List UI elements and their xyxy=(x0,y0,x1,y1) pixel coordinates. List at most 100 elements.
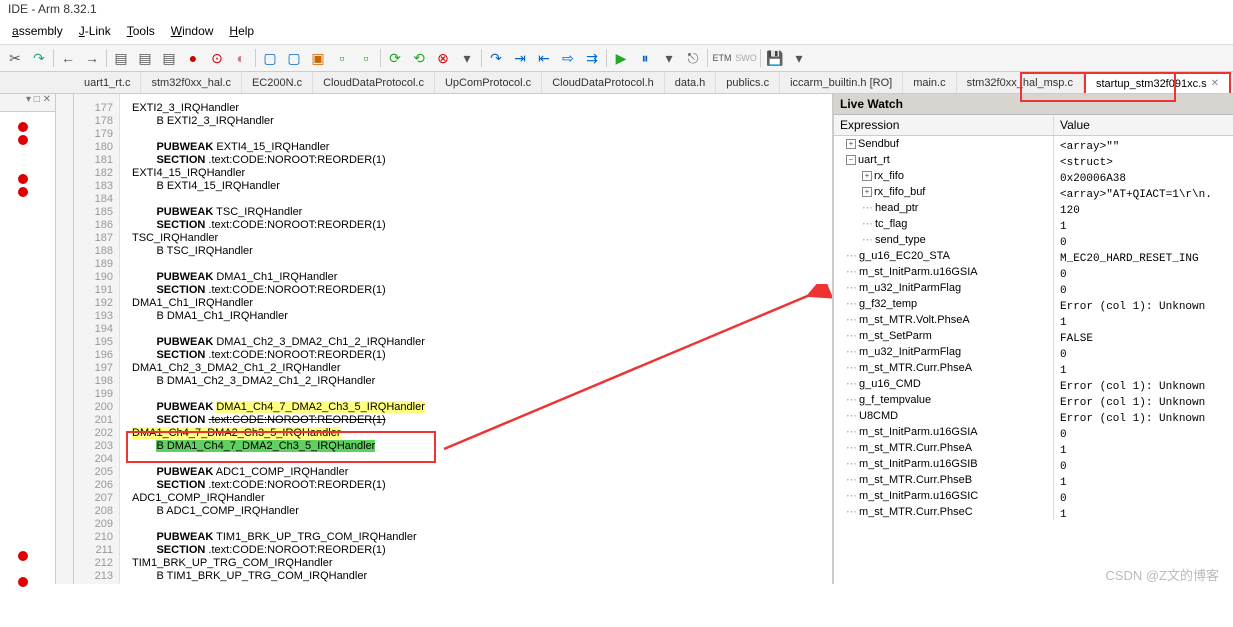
tree-expander-icon[interactable]: − xyxy=(846,155,856,165)
win3-icon[interactable]: ▣ xyxy=(307,47,329,69)
watch-row[interactable]: ⋯ m_st_MTR.Curr.PhseC1 xyxy=(834,504,1233,520)
watch-row[interactable]: ⋯ m_st_InitParm.u16GSIA0 xyxy=(834,264,1233,280)
reset-icon[interactable]: ⟲ xyxy=(408,47,430,69)
save-dd-icon[interactable]: ▾ xyxy=(788,47,810,69)
build2-icon[interactable]: ▤ xyxy=(134,47,156,69)
run-icon[interactable]: ▶ xyxy=(610,47,632,69)
live-watch-panel: Live Watch Expression Value + Sendbuf<ar… xyxy=(833,94,1233,584)
win2-icon[interactable]: ▢ xyxy=(283,47,305,69)
menu-assembly[interactable]: aassemblyssembly xyxy=(4,22,71,44)
watch-row[interactable]: ⋯ U8CMDError (col 1): Unknown xyxy=(834,408,1233,424)
live-watch-body[interactable]: + Sendbuf<array>""− uart_rt<struct>+ rx_… xyxy=(834,136,1233,584)
build3-icon[interactable]: ▤ xyxy=(158,47,180,69)
watch-row[interactable]: ⋯ m_st_SetParmFALSE xyxy=(834,328,1233,344)
nav-fwd-icon[interactable]: → xyxy=(81,47,103,69)
tab-1[interactable]: stm32f0xx_hal.c xyxy=(141,72,241,93)
watermark: CSDN @Z文的博客 xyxy=(1105,565,1219,584)
watch-row[interactable]: ⋯ m_st_MTR.Curr.PhseB1 xyxy=(834,472,1233,488)
menu-jlink[interactable]: J-Link xyxy=(71,22,119,44)
dropdown2-icon[interactable]: ▾ xyxy=(658,47,680,69)
tree-expander-icon[interactable]: + xyxy=(862,171,872,181)
menu-window[interactable]: Window xyxy=(163,22,222,44)
watch-row[interactable]: + Sendbuf<array>"" xyxy=(834,136,1233,152)
editor-tabs: uart1_rt.cstm32f0xx_hal.cEC200N.cCloudDa… xyxy=(0,72,1233,94)
stop-icon[interactable]: ⊗ xyxy=(432,47,454,69)
bp-icon[interactable]: ● xyxy=(182,47,204,69)
breakpoint-icon[interactable] xyxy=(18,551,28,561)
breakpoint-icon[interactable] xyxy=(18,135,28,145)
step-out-icon[interactable]: ⇤ xyxy=(533,47,555,69)
tab-2[interactable]: EC200N.c xyxy=(242,72,313,93)
box2-icon[interactable]: ▫ xyxy=(355,47,377,69)
watch-row[interactable]: ⋯ m_u32_InitParmFlag0 xyxy=(834,344,1233,360)
watch-row[interactable]: − uart_rt<struct> xyxy=(834,152,1233,168)
tab-5[interactable]: CloudDataProtocol.h xyxy=(542,72,665,93)
restart-icon[interactable]: ⟳ xyxy=(384,47,406,69)
watch-row[interactable]: ⋯ send_type0 xyxy=(834,232,1233,248)
watch-row[interactable]: ⋯ g_f32_tempError (col 1): Unknown xyxy=(834,296,1233,312)
breakpoint-icon[interactable] xyxy=(18,187,28,197)
bp-list-icon[interactable]: ⊙ xyxy=(206,47,228,69)
watch-row[interactable]: ⋯ m_u32_InitParmFlag0 xyxy=(834,280,1233,296)
watch-row[interactable]: ⋯ m_st_MTR.Curr.PhseA1 xyxy=(834,360,1233,376)
watch-row[interactable]: ⋯ head_ptr120 xyxy=(834,200,1233,216)
watch-row[interactable]: ⋯ m_st_InitParm.u16GSIA0 xyxy=(834,424,1233,440)
line-numbers: 1771781791801811821831841851861871881891… xyxy=(74,94,120,584)
breakpoint-icon[interactable] xyxy=(18,577,28,587)
window-title: IDE - Arm 8.32.1 xyxy=(0,0,1233,22)
swo-icon[interactable]: SWO xyxy=(735,47,757,69)
win1-icon[interactable]: ▢ xyxy=(259,47,281,69)
box-icon[interactable]: ▫ xyxy=(331,47,353,69)
dropdown-icon[interactable]: ▾ xyxy=(456,47,478,69)
watch-row[interactable]: ⋯ m_st_MTR.Curr.PhseA1 xyxy=(834,440,1233,456)
step-icon[interactable]: ⇉ xyxy=(581,47,603,69)
code-area[interactable]: EXTI2_3_IRQHandler B EXTI2_3_IRQHandler … xyxy=(120,94,832,584)
tab-3[interactable]: CloudDataProtocol.c xyxy=(313,72,435,93)
tab-10[interactable]: stm32f0xx_hal_msp.c xyxy=(957,72,1084,93)
live-watch-title: Live Watch xyxy=(834,94,1233,115)
watch-row[interactable]: ⋯ m_st_InitParm.u16GSIC0 xyxy=(834,488,1233,504)
tab-11[interactable]: startup_stm32f091xc.s✕ xyxy=(1084,72,1231,93)
breakpoint-icon[interactable] xyxy=(18,122,28,132)
pause-icon[interactable]: ⏸ xyxy=(634,47,656,69)
tab-9[interactable]: main.c xyxy=(903,72,956,93)
tab-0[interactable]: uart1_rt.c xyxy=(74,72,141,93)
menu-help[interactable]: Help xyxy=(221,22,262,44)
build-icon[interactable]: ▤ xyxy=(110,47,132,69)
watch-row[interactable]: + rx_fifo_buf<array>"AT+QIACT=1\r\n. xyxy=(834,184,1233,200)
live-watch-header: Expression Value xyxy=(834,115,1233,136)
toolbar: ✂ ↷ ← → ▤ ▤ ▤ ● ⊙ ◐ ▢ ▢ ▣ ▫ ▫ ⟳ ⟲ ⊗ ▾ ↷ … xyxy=(0,44,1233,72)
watch-row[interactable]: ⋯ g_f_tempvalueError (col 1): Unknown xyxy=(834,392,1233,408)
tab-6[interactable]: data.h xyxy=(665,72,717,93)
bp-toggle-icon[interactable]: ◐ xyxy=(230,47,252,69)
step-over-icon[interactable]: ↷ xyxy=(485,47,507,69)
etm-icon[interactable]: ETM xyxy=(711,47,733,69)
watch-row[interactable]: ⋯ g_u16_CMDError (col 1): Unknown xyxy=(834,376,1233,392)
tree-expander-icon[interactable]: + xyxy=(846,139,856,149)
close-icon[interactable]: ✕ xyxy=(1211,78,1219,89)
watch-row[interactable]: + rx_fifo0x20006A38 xyxy=(834,168,1233,184)
watch-row[interactable]: ⋯ tc_flag1 xyxy=(834,216,1233,232)
watch-row[interactable]: ⋯ m_st_InitParm.u16GSIB0 xyxy=(834,456,1233,472)
menu-tools[interactable]: Tools xyxy=(119,22,163,44)
save-icon[interactable]: 💾 xyxy=(764,47,786,69)
tab-8[interactable]: iccarm_builtin.h [RO] xyxy=(780,72,903,93)
tab-4[interactable]: UpComProtocol.c xyxy=(435,72,542,93)
col-value[interactable]: Value xyxy=(1054,115,1233,135)
step-into-icon[interactable]: ⇥ xyxy=(509,47,531,69)
col-expression[interactable]: Expression xyxy=(834,115,1054,135)
step-next-icon[interactable]: ⇨ xyxy=(557,47,579,69)
tool-icon[interactable]: ⎋ xyxy=(682,47,704,69)
left-dock xyxy=(56,94,74,584)
cut-icon[interactable]: ✂ xyxy=(4,47,26,69)
panel-pin[interactable]: ▾ □ ✕ xyxy=(0,94,55,112)
code-editor[interactable]: 1771781791801811821831841851861871881891… xyxy=(74,94,833,584)
breakpoint-icon[interactable] xyxy=(18,174,28,184)
nav-back-icon[interactable]: ← xyxy=(57,47,79,69)
watch-row[interactable]: ⋯ g_u16_EC20_STAM_EC20_HARD_RESET_ING xyxy=(834,248,1233,264)
breakpoint-gutter-panel: ▾ □ ✕ xyxy=(0,94,56,584)
tab-7[interactable]: publics.c xyxy=(716,72,780,93)
tree-expander-icon[interactable]: + xyxy=(862,187,872,197)
redo-icon[interactable]: ↷ xyxy=(28,47,50,69)
watch-row[interactable]: ⋯ m_st_MTR.Volt.PhseA1 xyxy=(834,312,1233,328)
